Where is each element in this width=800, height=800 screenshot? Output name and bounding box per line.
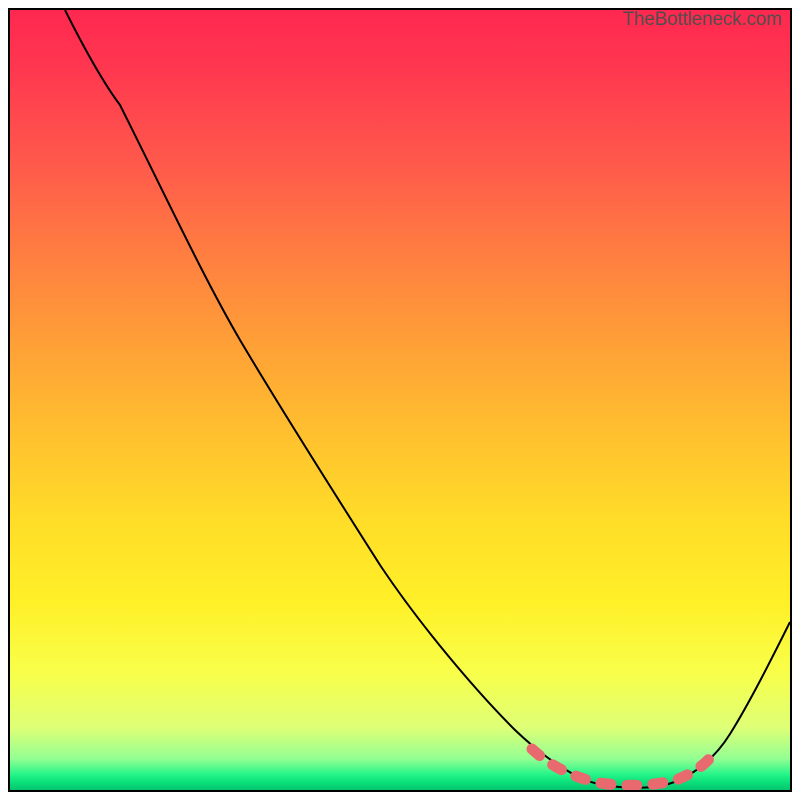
valley-highlight bbox=[532, 749, 715, 785]
chart-svg bbox=[10, 10, 790, 790]
attribution-text: TheBottleneck.com bbox=[623, 10, 782, 29]
chart-frame: TheBottleneck.com bbox=[8, 8, 792, 792]
bottleneck-curve bbox=[65, 10, 790, 788]
